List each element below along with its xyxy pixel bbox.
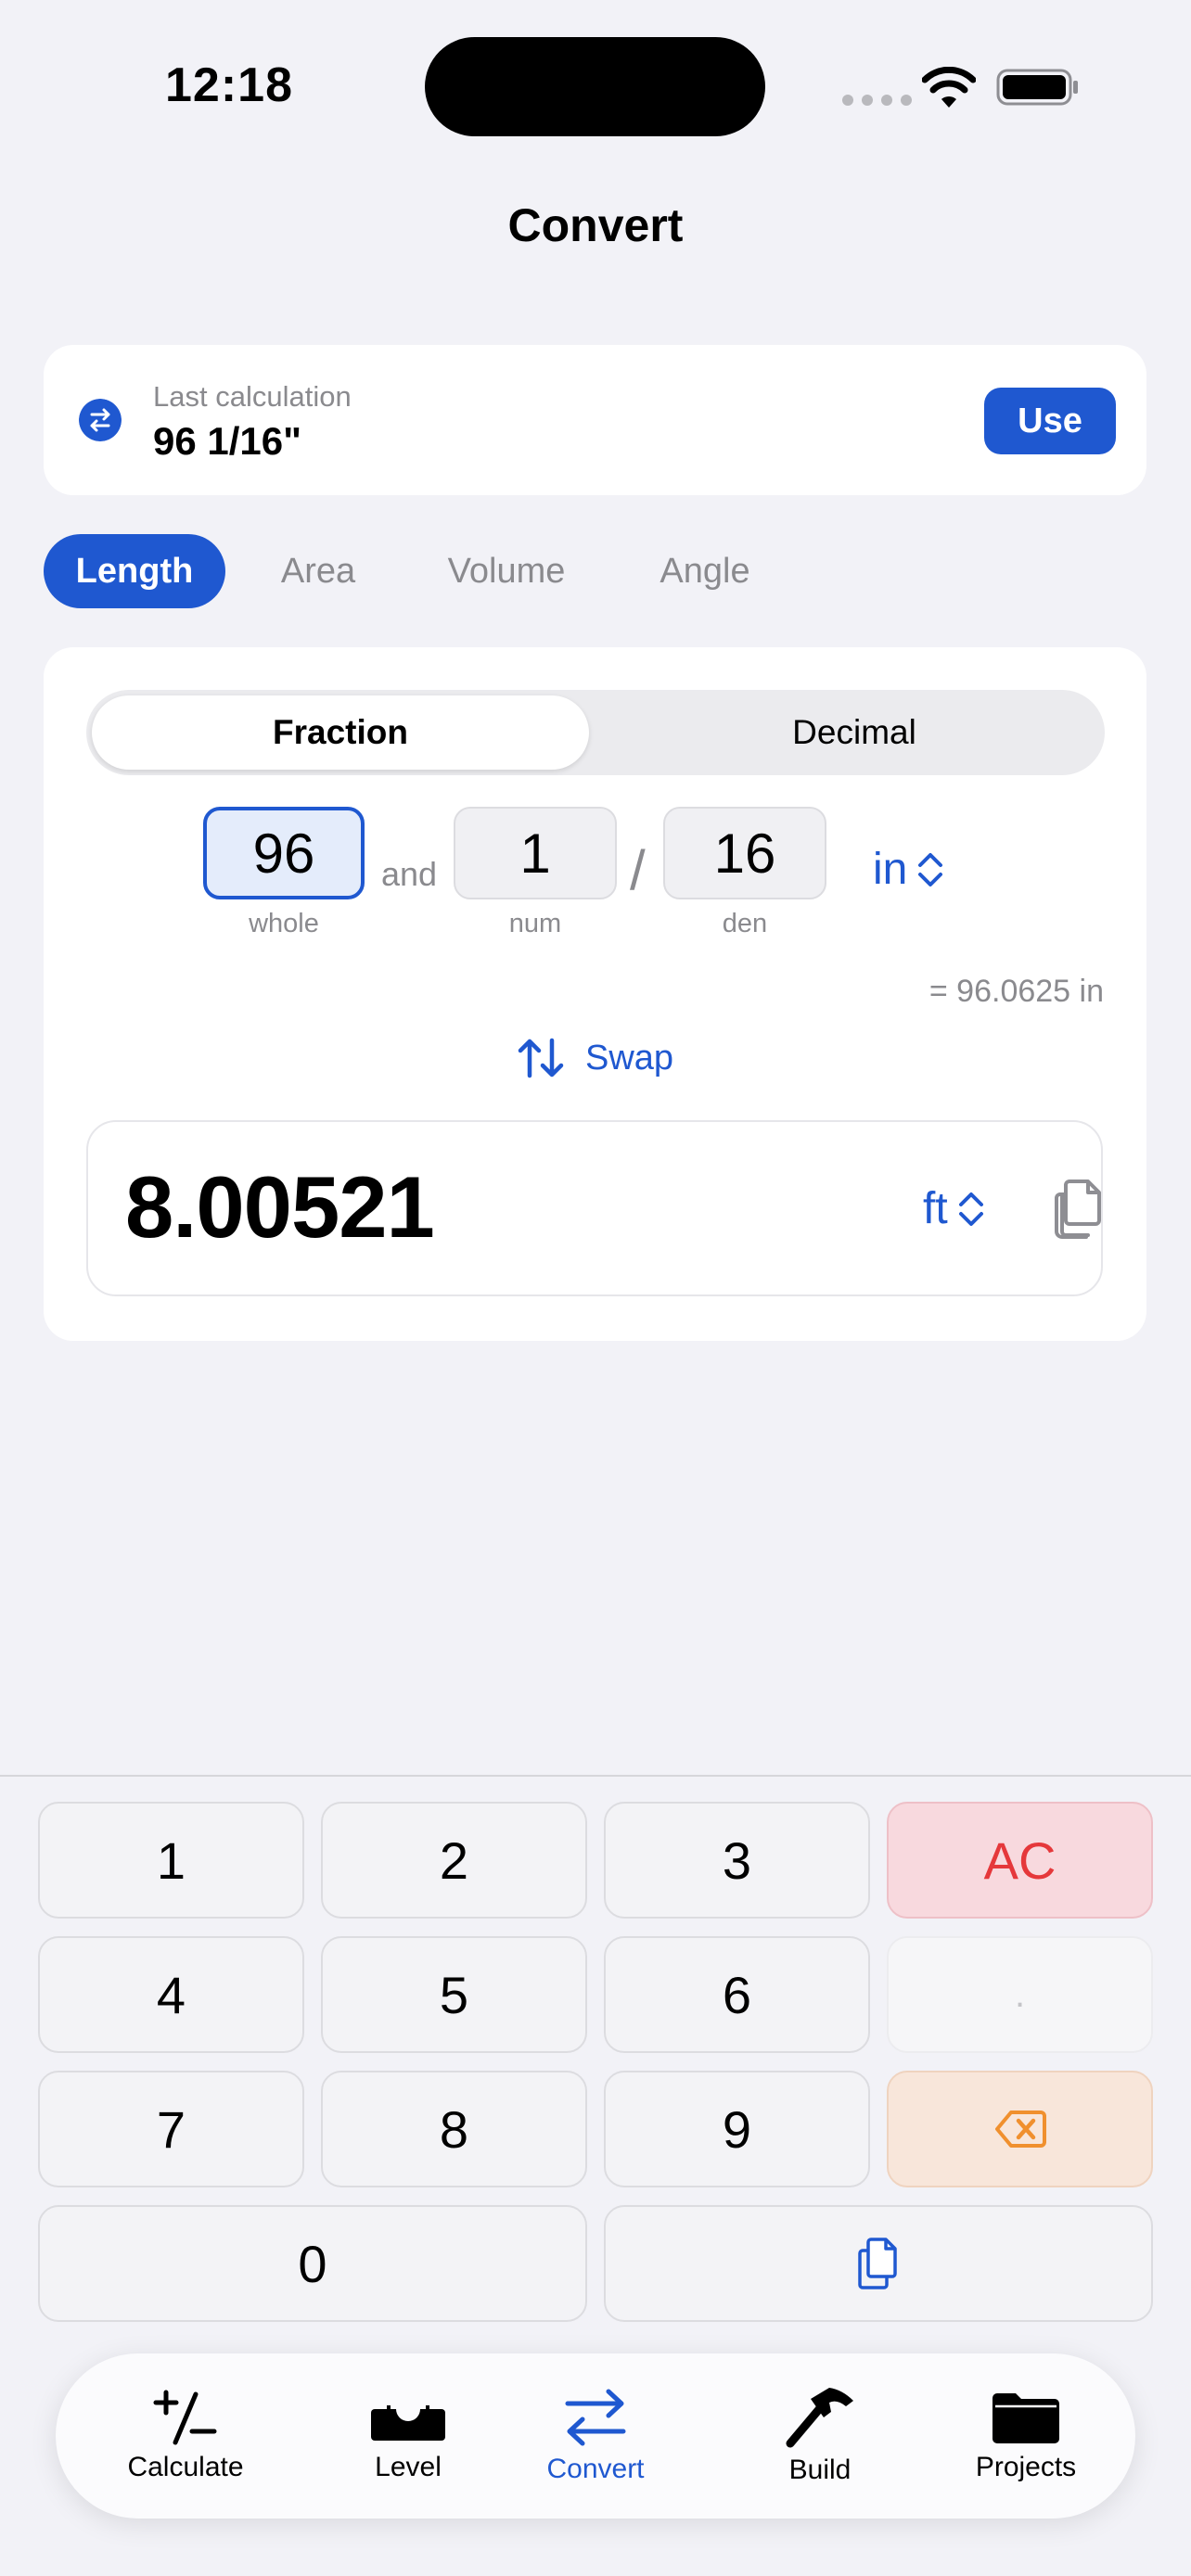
status-time: 12:18 — [165, 58, 293, 112]
chevron-up-down-icon — [958, 1192, 983, 1226]
battery-icon — [996, 69, 1078, 106]
tab-build-label: Build — [788, 2455, 852, 2485]
mode-fraction[interactable]: Fraction — [92, 695, 589, 770]
tab-convert-label: Convert — [546, 2454, 645, 2484]
tab-convert[interactable]: Convert — [481, 2353, 710, 2519]
key-1[interactable]: 1 — [38, 1802, 304, 1919]
swap-circle-icon — [79, 399, 122, 441]
whole-input[interactable]: 96 — [203, 807, 365, 899]
key-2[interactable]: 2 — [321, 1802, 587, 1919]
conversion-card: Fraction Decimal 96 whole and 1 num / 16… — [44, 647, 1146, 1341]
key-decimal-point[interactable]: . — [887, 1936, 1153, 2053]
last-calculation-value: 96 1/16" — [153, 419, 302, 463]
fraction-slash: / — [630, 839, 646, 901]
last-calculation-label: Last calculation — [153, 380, 352, 413]
input-unit-picker[interactable]: in — [873, 844, 944, 895]
key-6[interactable]: 6 — [604, 1936, 870, 2053]
level-icon — [371, 2405, 445, 2441]
plus-minus-icon — [153, 2390, 217, 2445]
numerator-input[interactable]: 1 — [454, 807, 617, 899]
backspace-icon — [994, 2111, 1046, 2148]
tab-angle[interactable]: Angle — [640, 534, 770, 608]
tab-level[interactable]: Level — [315, 2353, 501, 2519]
mode-decimal[interactable]: Decimal — [606, 695, 1103, 770]
result-box: 8.00521 ft — [86, 1120, 1103, 1296]
swap-label: Swap — [584, 1038, 674, 1078]
key-4[interactable]: 4 — [38, 1936, 304, 2053]
tab-projects-label: Projects — [975, 2452, 1077, 2482]
dynamic-island — [425, 37, 765, 136]
key-paste[interactable] — [604, 2205, 1153, 2322]
chevron-up-down-icon — [918, 852, 943, 886]
result-unit-label: ft — [923, 1184, 948, 1233]
tab-volume[interactable]: Volume — [432, 534, 581, 608]
keypad-divider — [0, 1775, 1191, 1777]
key-8[interactable]: 8 — [321, 2071, 587, 2187]
page-title: Convert — [507, 199, 684, 251]
swap-button[interactable]: Swap — [44, 1037, 1146, 1079]
use-button[interactable]: Use — [984, 388, 1116, 454]
paste-icon — [858, 2238, 897, 2289]
tab-build[interactable]: Build — [727, 2353, 913, 2519]
key-backspace[interactable] — [887, 2071, 1153, 2187]
and-label: and — [381, 855, 438, 893]
last-calculation-card: Last calculation 96 1/16" Use — [44, 345, 1146, 495]
mode-segmented-control: Fraction Decimal — [86, 690, 1105, 775]
key-0[interactable]: 0 — [38, 2205, 587, 2322]
tab-calculate-label: Calculate — [127, 2452, 244, 2482]
denominator-label: den — [722, 909, 768, 938]
key-9[interactable]: 9 — [604, 2071, 870, 2187]
numerator-label: num — [508, 909, 562, 938]
tab-projects[interactable]: Projects — [933, 2353, 1119, 2519]
tab-bar: Calculate Level Convert Build Projects — [56, 2353, 1135, 2519]
swap-vertical-icon — [518, 1038, 564, 1078]
tab-calculate[interactable]: Calculate — [93, 2353, 278, 2519]
result-unit-picker[interactable]: ft — [923, 1183, 985, 1234]
whole-label: whole — [249, 909, 319, 938]
wifi-icon — [922, 67, 976, 108]
key-3[interactable]: 3 — [604, 1802, 870, 1919]
signal-icon — [842, 95, 912, 106]
key-all-clear[interactable]: AC — [887, 1802, 1153, 1919]
key-7[interactable]: 7 — [38, 2071, 304, 2187]
tab-area[interactable]: Area — [263, 534, 374, 608]
folder-icon — [992, 2393, 1059, 2443]
result-value: 8.00521 — [125, 1158, 435, 1256]
convert-arrows-icon — [565, 2389, 626, 2446]
equivalent-value: = 96.0625 in — [928, 974, 1104, 1009]
tab-length[interactable]: Length — [44, 534, 225, 608]
denominator-input[interactable]: 16 — [663, 807, 826, 899]
key-5[interactable]: 5 — [321, 1936, 587, 2053]
tab-level-label: Level — [375, 2452, 442, 2482]
copy-icon[interactable] — [1053, 1178, 1105, 1239]
hammer-icon — [786, 2388, 853, 2448]
input-unit-label: in — [873, 845, 908, 894]
